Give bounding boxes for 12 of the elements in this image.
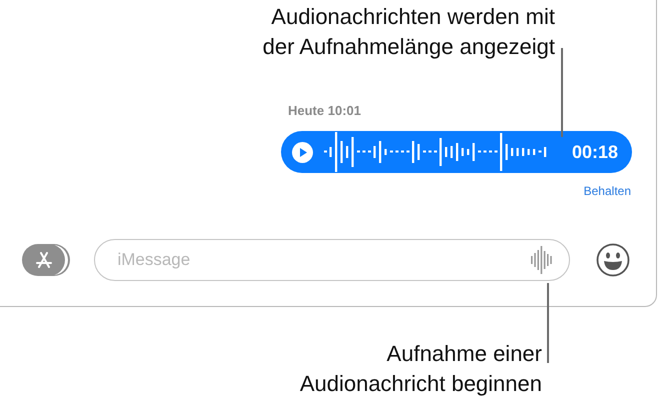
callout-text: Audionachrichten werden mit der Aufnahmelänge angezeigt xyxy=(262,3,555,61)
keep-link[interactable]: Behalten xyxy=(584,184,631,198)
message-input[interactable]: iMessage xyxy=(115,249,531,271)
app-store-button[interactable] xyxy=(22,244,66,276)
audio-duration: 00:18 xyxy=(572,142,618,162)
callout-text: Aufnahme einer Audionachricht beginnen xyxy=(300,340,542,398)
emoji-button[interactable] xyxy=(596,243,630,277)
message-field[interactable]: iMessage xyxy=(94,239,570,281)
waveform-icon[interactable] xyxy=(531,246,553,274)
app-store-icon xyxy=(34,252,53,268)
timestamp: Heute 10:01 xyxy=(288,103,362,118)
play-icon[interactable] xyxy=(292,142,313,162)
